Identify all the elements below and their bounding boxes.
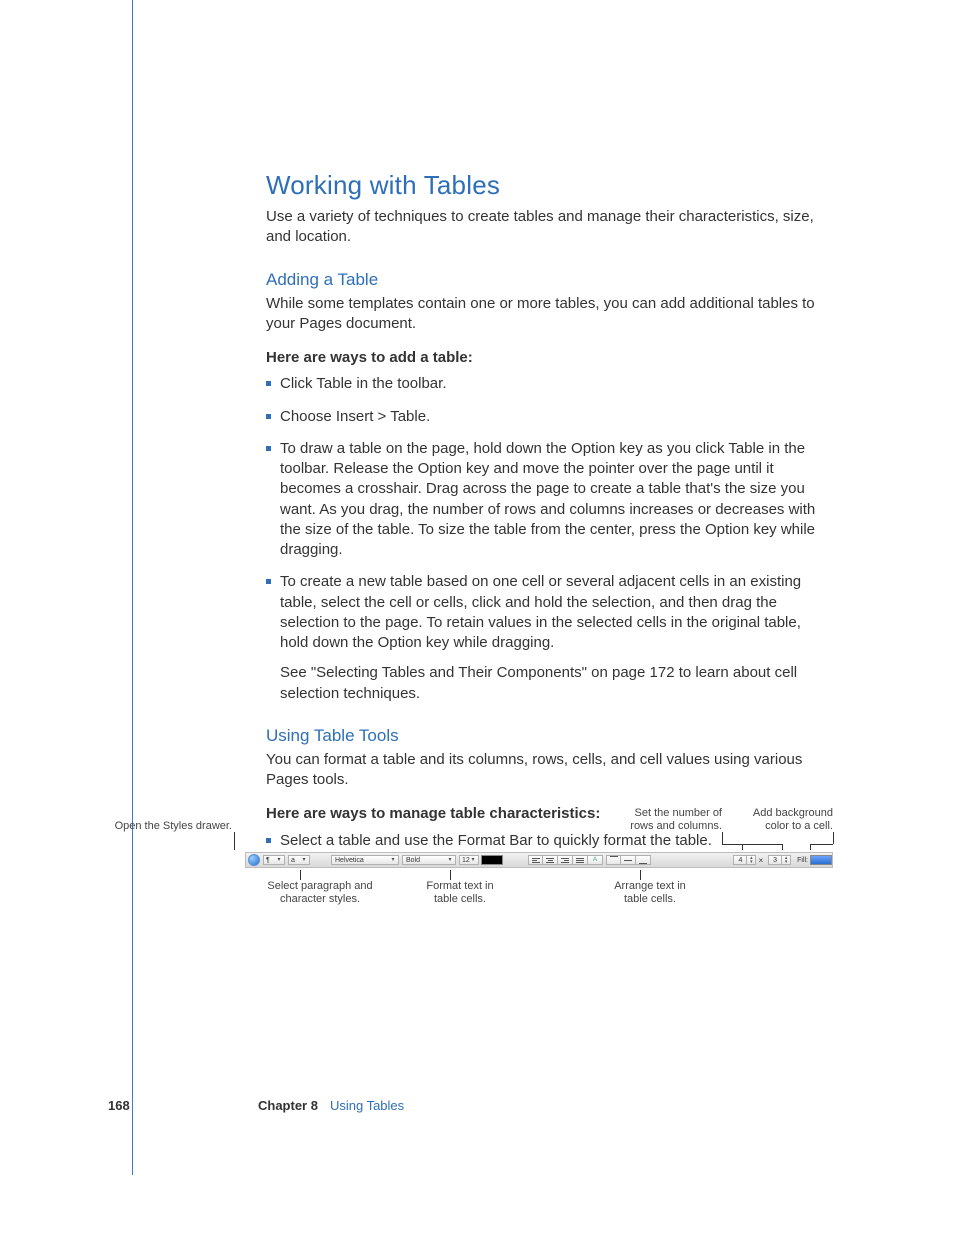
fill-color-swatch[interactable] bbox=[810, 855, 832, 865]
callout-set-rows-cols: Set the number of rows and columns. bbox=[612, 807, 722, 833]
heading-using-table-tools: Using Table Tools bbox=[266, 726, 832, 746]
align-left-button[interactable] bbox=[528, 855, 543, 865]
cols-stepper[interactable]: 3 ▴▾ bbox=[768, 855, 791, 865]
bullet-item: Select a table and use the Format Bar to… bbox=[266, 831, 832, 851]
adding-bullet-list: Click Table in the toolbar. Choose Inser… bbox=[266, 374, 832, 704]
font-weight-value: Bold bbox=[406, 857, 420, 864]
heading-working-with-tables: Working with Tables bbox=[266, 170, 832, 201]
bullet-trailing-paragraph: See "Selecting Tables and Their Componen… bbox=[280, 663, 832, 704]
callout-line bbox=[810, 844, 833, 845]
format-bar: ¶▾ a▾ Helvetica▾ Bold▾ 12▾ A 4 ▴▾ × 3 ▴▾ bbox=[245, 852, 833, 868]
horizontal-align-group: A bbox=[528, 855, 603, 865]
font-weight-combo[interactable]: Bold▾ bbox=[402, 855, 456, 865]
chapter-title: Using Tables bbox=[330, 1098, 404, 1113]
valign-middle-button[interactable] bbox=[621, 855, 636, 865]
align-right-button[interactable] bbox=[558, 855, 573, 865]
left-margin-rule bbox=[132, 0, 133, 1175]
bullet-item: To create a new table based on one cell … bbox=[266, 572, 832, 704]
callout-line bbox=[810, 844, 811, 850]
callout-line bbox=[450, 870, 451, 880]
paragraph-style-combo[interactable]: ¶▾ bbox=[263, 855, 285, 865]
heading-adding-a-table: Adding a Table bbox=[266, 270, 832, 290]
chapter-label: Chapter 8 bbox=[258, 1098, 318, 1113]
page-footer: 168 Chapter 8 Using Tables bbox=[108, 1098, 848, 1113]
cols-value: 3 bbox=[769, 857, 781, 864]
font-family-combo[interactable]: Helvetica▾ bbox=[331, 855, 399, 865]
font-size-combo[interactable]: 12▾ bbox=[459, 855, 479, 865]
callout-open-styles-drawer: Open the Styles drawer. bbox=[20, 820, 232, 833]
callout-line bbox=[640, 870, 641, 880]
intro-paragraph: Use a variety of techniques to create ta… bbox=[266, 207, 832, 248]
body-content: Working with Tables Use a variety of tec… bbox=[266, 170, 832, 863]
styles-drawer-button[interactable] bbox=[248, 854, 260, 866]
callout-arrange-text: Arrange text in table cells. bbox=[600, 880, 700, 906]
tools-intro: You can format a table and its columns, … bbox=[266, 750, 832, 791]
callout-line bbox=[300, 870, 301, 880]
vertical-align-group bbox=[606, 855, 651, 865]
rows-stepper[interactable]: 4 ▴▾ bbox=[733, 855, 756, 865]
fill-label: Fill: bbox=[797, 857, 808, 864]
rows-value: 4 bbox=[734, 857, 746, 864]
font-family-value: Helvetica bbox=[335, 857, 364, 864]
callout-format-text: Format text in table cells. bbox=[410, 880, 510, 906]
bullet-text: To create a new table based on one cell … bbox=[280, 573, 801, 651]
page-number: 168 bbox=[108, 1098, 258, 1113]
callout-line bbox=[742, 844, 743, 850]
bullet-item: Choose Insert > Table. bbox=[266, 407, 832, 427]
align-center-button[interactable] bbox=[543, 855, 558, 865]
rows-cols-separator: × bbox=[758, 856, 763, 865]
bullet-item: Click Table in the toolbar. bbox=[266, 374, 832, 394]
valign-top-button[interactable] bbox=[606, 855, 621, 865]
callout-select-styles: Select paragraph and character styles. bbox=[260, 880, 380, 906]
callout-line bbox=[722, 832, 723, 844]
document-page: Working with Tables Use a variety of tec… bbox=[0, 0, 954, 1235]
tools-bullet-list: Select a table and use the Format Bar to… bbox=[266, 831, 832, 851]
bullet-item: To draw a table on the page, hold down t… bbox=[266, 439, 832, 561]
callout-line bbox=[234, 832, 235, 850]
character-style-combo[interactable]: a▾ bbox=[288, 855, 310, 865]
align-justify-button[interactable] bbox=[573, 855, 588, 865]
callout-line bbox=[722, 844, 782, 845]
adding-subhead: Here are ways to add a table: bbox=[266, 348, 832, 368]
valign-bottom-button[interactable] bbox=[636, 855, 651, 865]
callout-add-background: Add background color to a cell. bbox=[738, 807, 833, 833]
callout-line bbox=[782, 844, 783, 850]
align-auto-button[interactable]: A bbox=[588, 855, 603, 865]
text-color-swatch[interactable] bbox=[481, 855, 503, 865]
font-size-value: 12 bbox=[462, 857, 470, 864]
adding-intro: While some templates contain one or more… bbox=[266, 294, 832, 335]
callout-line bbox=[833, 832, 834, 844]
